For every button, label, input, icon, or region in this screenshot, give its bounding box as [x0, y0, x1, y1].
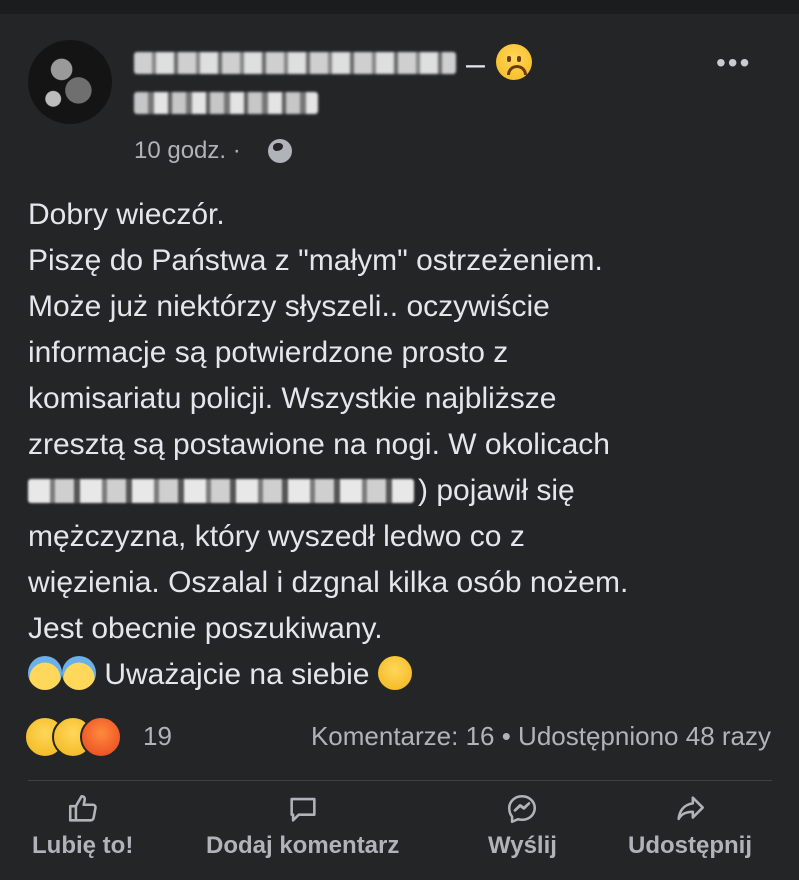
like-label: Lubię to! [32, 832, 134, 859]
scream-face-icon [62, 656, 96, 690]
comments-shares-stats[interactable]: Komentarze: 16 • Udostępniono 48 razy [311, 721, 771, 752]
author-name-blurred[interactable] [134, 52, 456, 74]
post-line: komisariatu policji. Wszystkie najbliższ… [28, 382, 557, 415]
name-dash: – [466, 45, 485, 83]
angry-reaction-icon [80, 716, 122, 758]
post-body: Dobry wieczór. Piszę do Państwa z "małym… [28, 192, 778, 698]
post-line: ) pojawił się [418, 474, 575, 507]
globe-icon [268, 139, 292, 163]
like-button[interactable]: Lubię to! [32, 792, 133, 860]
send-button[interactable]: Wyślij [488, 792, 557, 860]
location-blurred [28, 479, 414, 503]
divider [28, 780, 772, 781]
reaction-count[interactable]: 19 [143, 721, 172, 752]
author-subtitle-blurred [134, 92, 318, 114]
post-line: mężczyzna, który wyszedł ledwo co z [28, 520, 525, 553]
post-final-line: Uważajcie na siebie [104, 658, 370, 691]
worried-face-icon [496, 44, 532, 80]
more-options-button[interactable]: ••• [716, 47, 751, 79]
post-line: zresztą są postawione na nogi. W okolica… [28, 428, 610, 461]
send-label: Wyślij [488, 832, 557, 859]
share-icon [677, 796, 705, 821]
share-button[interactable]: Udostępnij [628, 792, 752, 860]
share-label: Udostępnij [628, 832, 752, 859]
post-line: Piszę do Państwa z "małym" ostrzeżeniem. [28, 244, 603, 277]
pleading-face-icon [377, 656, 412, 690]
top-status-strip [0, 0, 799, 14]
post-line: więzienia. Oszalal i dzgnal kilka osób n… [28, 566, 629, 599]
comment-icon [290, 797, 316, 822]
thumb-up-icon [68, 794, 97, 822]
action-bar: Lubię to! Dodaj komentarz Wyślij Udostęp… [0, 792, 799, 880]
post-line: Może już niektórzy słyszeli.. oczywiście [28, 290, 550, 323]
messenger-icon [508, 794, 537, 824]
author-avatar[interactable] [28, 40, 112, 124]
post-line: informacje są potwierdzone prosto z [28, 336, 509, 369]
post-timestamp[interactable]: 10 godz. · [134, 137, 241, 165]
reaction-icons[interactable] [24, 716, 144, 758]
comment-label: Dodaj komentarz [206, 832, 400, 859]
post-line: Jest obecnie poszukiwany. [28, 612, 383, 645]
comment-button[interactable]: Dodaj komentarz [206, 792, 399, 860]
post-line: Dobry wieczór. [28, 198, 225, 231]
scream-face-icon [28, 656, 62, 690]
